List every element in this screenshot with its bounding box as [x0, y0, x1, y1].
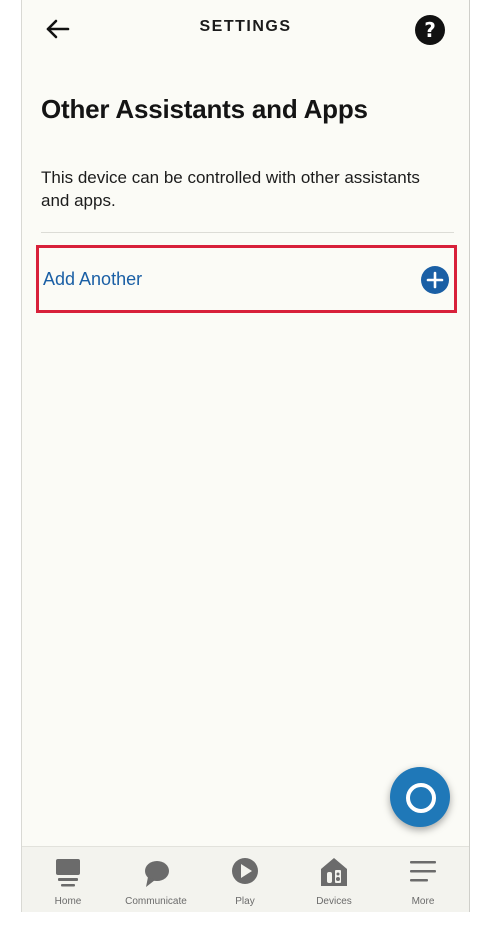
nav-label-devices: Devices — [316, 896, 352, 907]
help-button[interactable]: ? — [415, 15, 445, 45]
nav-label-communicate: Communicate — [125, 896, 187, 907]
menu-icon — [410, 861, 436, 882]
nav-label-play: Play — [235, 896, 255, 907]
chat-bubble-icon — [145, 861, 169, 887]
add-another-button[interactable]: Add Another — [36, 245, 457, 313]
bottom-nav: Home Communicate Play Devices More — [22, 846, 469, 912]
divider — [41, 232, 454, 233]
nav-item-devices[interactable]: Devices — [294, 847, 374, 912]
add-another-label: Add Another — [43, 269, 143, 289]
nav-label-home: Home — [54, 896, 82, 907]
nav-item-more[interactable]: More — [383, 847, 463, 912]
app-screen: SETTINGS ? Other Assistants and Apps Thi… — [21, 0, 470, 912]
devices-icon — [321, 858, 347, 886]
page-description: This device can be controlled with other… — [41, 168, 420, 210]
alexa-voice-button[interactable] — [390, 767, 450, 827]
plus-circle-icon — [421, 266, 449, 294]
nav-item-play[interactable]: Play — [205, 847, 285, 912]
nav-label-more: More — [411, 896, 435, 907]
nav-item-communicate[interactable]: Communicate — [116, 847, 196, 912]
alexa-ring-icon — [406, 783, 436, 813]
page-title: Other Assistants and Apps — [41, 94, 368, 124]
help-circle-icon: ? — [424, 18, 436, 42]
home-icon — [56, 859, 80, 887]
play-icon — [232, 858, 258, 884]
nav-item-home[interactable]: Home — [28, 847, 108, 912]
header-title: SETTINGS — [199, 18, 292, 35]
top-bar: SETTINGS ? — [22, 0, 469, 58]
